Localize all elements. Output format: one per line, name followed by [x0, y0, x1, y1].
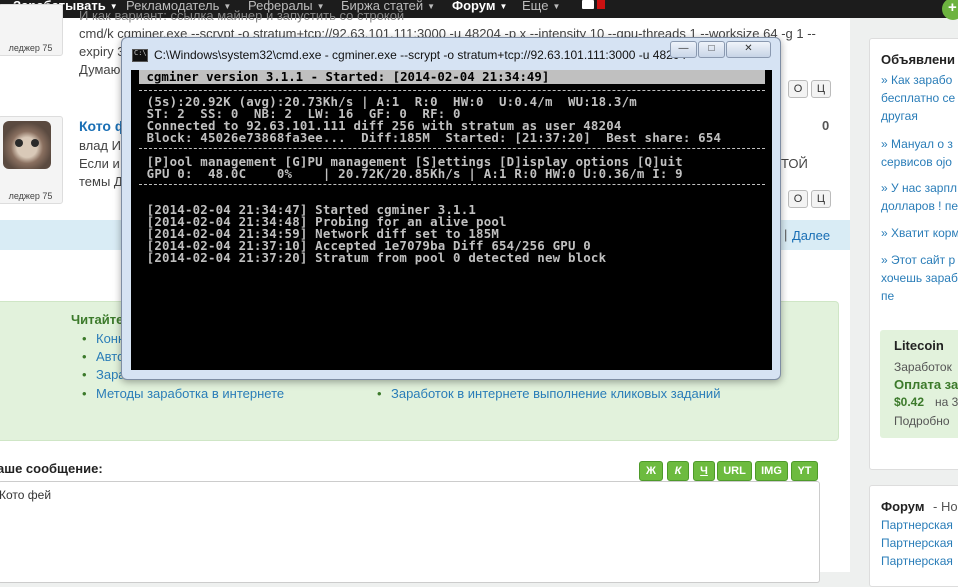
ad-link[interactable]: » Мануал о з сервисов ојо — [881, 135, 958, 171]
forum-subtitle: - Но — [933, 499, 958, 514]
litecoin-box: Litecoin Заработок Оплата за $0.42 на 3 … — [880, 330, 958, 438]
forum-link[interactable]: Партнерская — [881, 518, 953, 532]
cite-button[interactable]: Ц — [811, 80, 831, 98]
console-header: cgminer version 3.1.1 - Started: [2014-0… — [139, 70, 765, 84]
url-button[interactable]: URL — [717, 461, 752, 481]
post-title[interactable]: Кото ф — [79, 118, 127, 134]
cmd-window[interactable]: C:\Windows\system32\cmd.exe - cgminer.ex… — [121, 37, 781, 380]
related-link[interactable]: Методы заработка в интернете — [82, 386, 284, 401]
plus-icon[interactable]: + — [942, 0, 958, 20]
forum-title: Форум — [881, 499, 925, 514]
ads-title: Объявлени — [881, 52, 956, 67]
related-link[interactable]: Заработок в интернете выполнение кликовы… — [377, 386, 720, 401]
avatar-caption: леджер 75 — [8, 43, 53, 53]
related-link[interactable]: Конк — [82, 331, 124, 346]
reply-label: аше сообщение: — [0, 461, 103, 476]
console-divider — [139, 148, 765, 149]
forum-link[interactable]: Партнерская — [881, 554, 953, 568]
reply-textarea[interactable]: Кото фей — [0, 481, 820, 583]
pager-divider: | — [784, 227, 788, 242]
ad-link[interactable]: » У нас зарпл долларов ! пе — [881, 179, 958, 215]
post-text-fragment: ТОЙ — [781, 156, 808, 171]
console-output[interactable]: cgminer version 3.1.1 - Started: [2014-0… — [131, 70, 772, 370]
img-button[interactable]: IMG — [755, 461, 788, 481]
avatar[interactable]: леджер 75 — [0, 116, 63, 204]
nav-item-label: Форум — [452, 0, 496, 13]
litecoin-title[interactable]: Litecoin — [894, 338, 944, 353]
nav-item-forum[interactable]: Форум ▼ — [452, 0, 507, 15]
chevron-down-icon: ▼ — [499, 1, 508, 11]
notification-badge — [597, 0, 605, 9]
forum-link[interactable]: Партнерская — [881, 536, 953, 550]
related-title: Читайте — [71, 312, 124, 327]
underline-button[interactable]: Ч — [693, 461, 715, 481]
ad-link[interactable]: » Хватит корм — [881, 224, 958, 242]
avatar-caption: леджер 75 — [8, 191, 53, 201]
bold-button[interactable]: Ж — [639, 461, 663, 481]
cgminer-version-line: cgminer version 3.1.1 - Started: [2014-0… — [139, 70, 550, 84]
nav-item-more[interactable]: Еще ▼ — [522, 0, 560, 15]
quote-button[interactable]: О — [788, 190, 808, 208]
quote-button[interactable]: О — [788, 80, 808, 98]
litecoin-text: Оплата за — [894, 377, 958, 392]
next-page-link[interactable]: Далее — [792, 228, 830, 243]
window-title: C:\Windows\system32\cmd.exe - cgminer.ex… — [154, 48, 694, 62]
log-line: [2014-02-04 21:37:20] Stratum from pool … — [139, 250, 607, 265]
cite-button[interactable]: Ц — [811, 190, 831, 208]
close-button[interactable]: ✕ — [726, 41, 771, 58]
console-divider — [139, 184, 765, 185]
cmd-icon — [132, 49, 148, 62]
minimize-button[interactable]: — — [670, 41, 697, 58]
post-text-line: Если и — [79, 156, 120, 171]
chevron-down-icon: ▼ — [427, 1, 436, 11]
litecoin-details-link[interactable]: Подробно — [894, 414, 950, 428]
post-text-line: влад И — [79, 138, 121, 153]
post-text-line: Думаю — [79, 62, 121, 77]
ad-link[interactable]: » Как зарабо бесплатно се другая — [881, 71, 958, 125]
gpu-status-line: GPU 0: 48.0C 0% | 20.72K/20.85Kh/s | A:1… — [139, 166, 683, 181]
right-sidebar: Объявлени » Как зарабо бесплатно се друг… — [869, 18, 958, 587]
litecoin-text: Заработок — [894, 360, 952, 374]
chevron-down-icon: ▼ — [552, 1, 561, 11]
litecoin-amount: $0.42 — [894, 395, 925, 409]
nav-item-label: Еще — [522, 0, 549, 13]
cat-avatar-image — [3, 121, 51, 169]
reply-text: Кото фей — [0, 488, 52, 502]
mail-icon[interactable] — [582, 0, 594, 9]
post-text-line: темы Д — [79, 174, 123, 189]
litecoin-text: на 3 — [935, 395, 958, 409]
youtube-button[interactable]: YT — [791, 461, 818, 481]
post-count: 0 — [822, 118, 830, 133]
italic-button[interactable]: К — [667, 461, 689, 481]
console-divider — [139, 90, 765, 91]
post-text-line: И как вариант: ссылка майнер и запустить… — [79, 8, 405, 23]
post-text-line: expiry 3 — [79, 44, 125, 59]
block-line: Block: 45026e73868fa3ee... Diff:185M Sta… — [139, 130, 722, 145]
avatar[interactable]: леджер 75 — [0, 4, 63, 56]
maximize-button[interactable]: □ — [698, 41, 725, 58]
ad-link[interactable]: » Этот сайт р хочешь зараб пе — [881, 251, 958, 305]
